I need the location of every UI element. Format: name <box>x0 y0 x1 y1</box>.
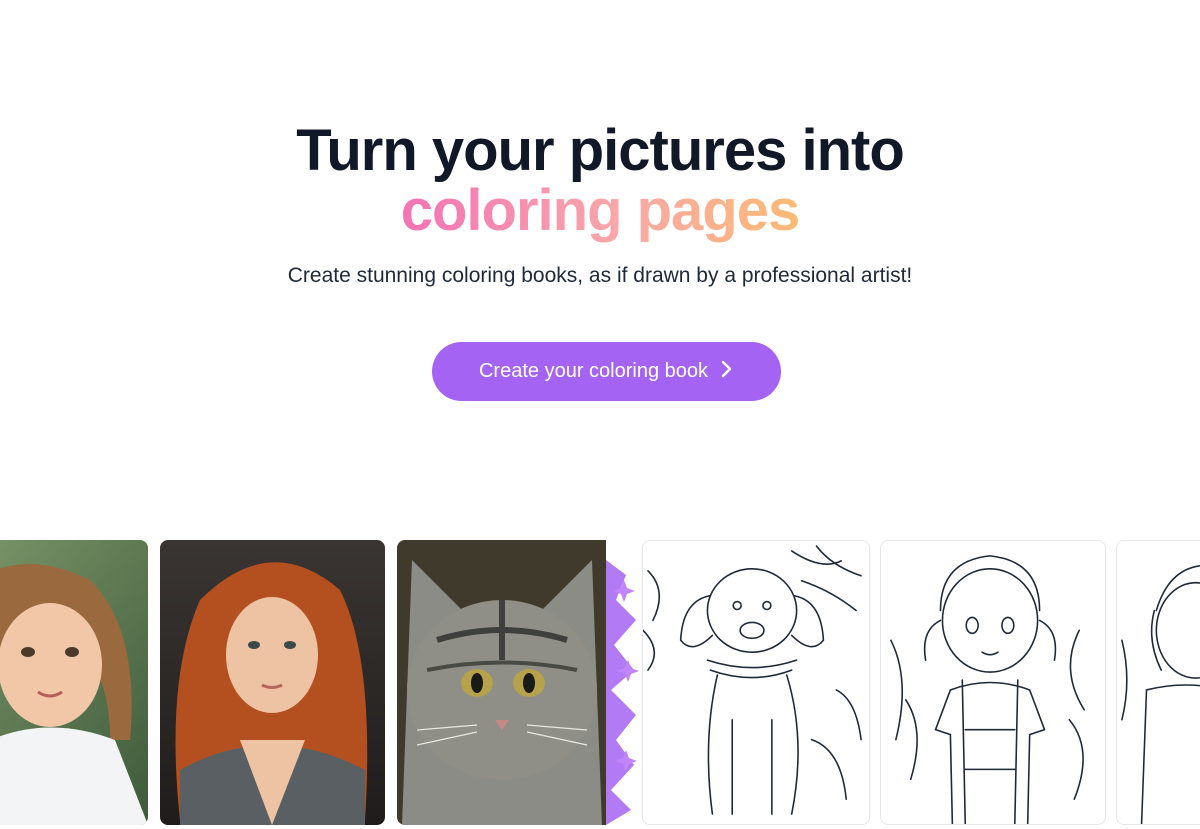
gallery-sketch-girl <box>1116 540 1200 825</box>
create-coloring-book-button[interactable]: Create your coloring book <box>432 342 781 401</box>
headline-line-1: Turn your pictures into <box>296 118 905 183</box>
create-coloring-book-button-label: Create your coloring book <box>478 360 708 382</box>
landing-page: Turn your pictures into coloring pages C… <box>0 0 1200 829</box>
gallery-sketch-girl-overalls <box>880 540 1106 825</box>
chevron-right-icon <box>720 360 734 384</box>
headline-gradient-text: coloring pages <box>400 178 801 243</box>
sparkle-transition <box>606 540 642 825</box>
gallery-sketch-dog <box>642 540 870 825</box>
gallery-photo-girl <box>0 540 148 825</box>
headline-line-2: coloring pages <box>0 178 1200 244</box>
example-gallery <box>0 540 1200 829</box>
gallery-photo-cat <box>397 540 607 825</box>
hero-subtitle: Create stunning coloring books, as if dr… <box>287 264 913 287</box>
gallery-photo-woman <box>160 540 385 825</box>
